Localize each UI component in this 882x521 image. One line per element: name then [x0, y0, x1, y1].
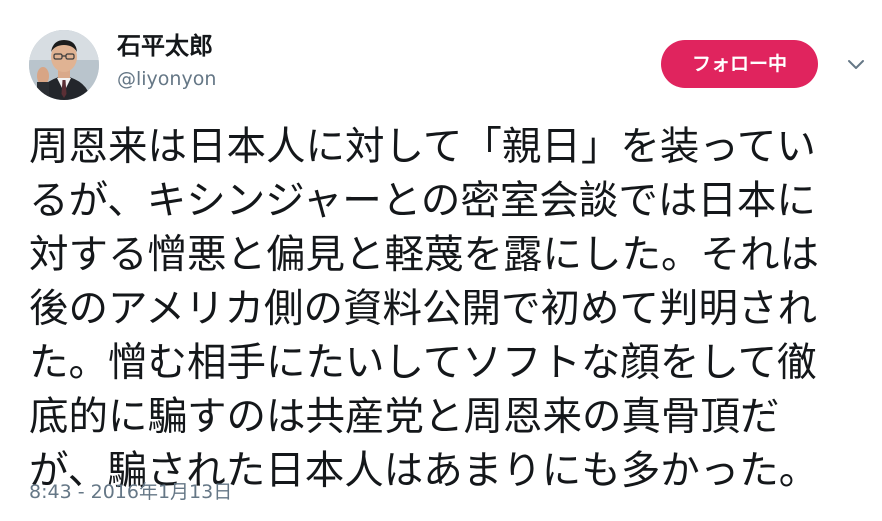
tweet-text-line: 後のアメリカ側の資料公開で初めて判明され — [29, 286, 818, 332]
tweet-card: 石平太郎 @liyonyon フォロー中 周恩来は日本人に対して「親日」を装って… — [0, 0, 882, 521]
tweet-text-line: た。憎む相手にたいしてソフトな顔をして徹 — [29, 340, 817, 386]
timestamp[interactable]: 8:43 - 2016年1月13日 — [29, 480, 232, 504]
chevron-down-icon[interactable] — [843, 55, 869, 75]
tweet-text-line: 周恩来は日本人に対して「親日」を装ってい — [29, 124, 816, 170]
username[interactable]: @liyonyon — [117, 67, 216, 91]
following-button[interactable]: フォロー中 — [661, 40, 818, 88]
avatar-image — [29, 30, 99, 100]
avatar[interactable] — [29, 30, 99, 100]
display-name[interactable]: 石平太郎 — [117, 31, 213, 61]
tweet-text-line: 対する憎悪と偏見と軽蔑を露にした。それは — [29, 232, 819, 278]
tweet-text-line: るが、キシンジャーとの密室会談では日本に — [29, 178, 816, 224]
tweet-text: 周恩来は日本人に対して「親日」を装ってい るが、キシンジャーとの密室会談では日本… — [29, 120, 869, 498]
tweet-text-line: 底的に騙すのは共産党と周恩来の真骨頂だ — [29, 394, 780, 440]
